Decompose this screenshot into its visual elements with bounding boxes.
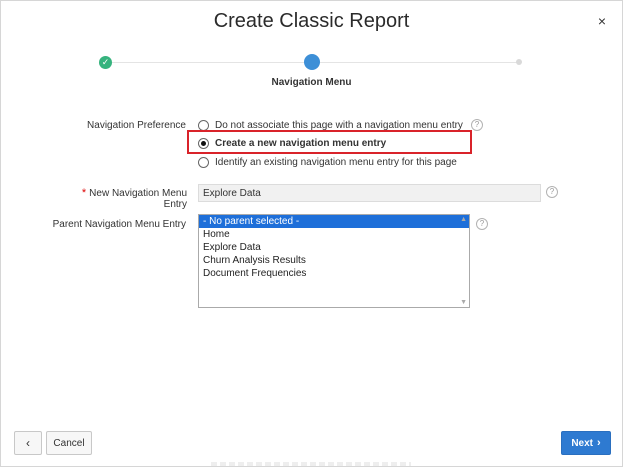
new-entry-label: * New Navigation Menu Entry [56,187,187,210]
wizard-step-label: Navigation Menu [271,77,352,88]
list-item[interactable]: Churn Analysis Results [199,254,469,267]
scroll-up-icon[interactable]: ▲ [460,216,467,223]
radio-label: Create a new navigation menu entry [215,137,387,149]
nav-preference-label: Navigation Preference [87,120,186,131]
next-button[interactable]: Next › [561,431,611,455]
radio-label: Do not associate this page with a naviga… [215,119,463,131]
list-item[interactable]: Explore Data [199,241,469,254]
parent-entry-label: Parent Navigation Menu Entry [52,219,186,230]
help-icon[interactable]: ? [470,119,483,131]
list-item[interactable]: Home [199,228,469,241]
radio-button[interactable] [198,156,209,168]
list-item[interactable]: - No parent selected - [199,215,469,228]
radio-button[interactable] [198,119,209,131]
check-icon: ✓ [99,56,112,69]
wizard-step-current [304,54,320,70]
list-item[interactable]: Document Frequencies [199,267,469,280]
help-icon[interactable]: ? [546,186,558,198]
new-entry-input[interactable] [198,184,541,202]
back-button[interactable]: ‹ [14,431,42,455]
radio-option-identify-existing[interactable]: Identify an existing navigation menu ent… [198,155,457,169]
close-icon[interactable]: × [598,13,606,29]
cancel-button[interactable]: Cancel [46,431,92,455]
radio-button-checked[interactable] [198,137,209,149]
wizard-step-future [516,59,522,65]
next-label: Next [571,437,593,449]
new-entry-label-text: New Navigation Menu Entry [89,188,187,210]
help-icon[interactable]: ? [476,218,488,230]
required-mark: * [81,187,87,199]
radio-option-create-new[interactable]: Create a new navigation menu entry [198,136,386,150]
chevron-left-icon: ‹ [26,436,30,450]
radio-label: Identify an existing navigation menu ent… [215,156,457,168]
dialog-title: Create Classic Report [213,10,410,32]
footer-faint-text [211,462,411,466]
create-report-dialog: Create Classic Report × ✓ Navigation Men… [0,0,623,467]
parent-entry-listbox[interactable]: - No parent selected - Home Explore Data… [198,214,470,308]
chevron-right-icon: › [597,437,601,449]
scroll-down-icon[interactable]: ▼ [460,299,467,306]
